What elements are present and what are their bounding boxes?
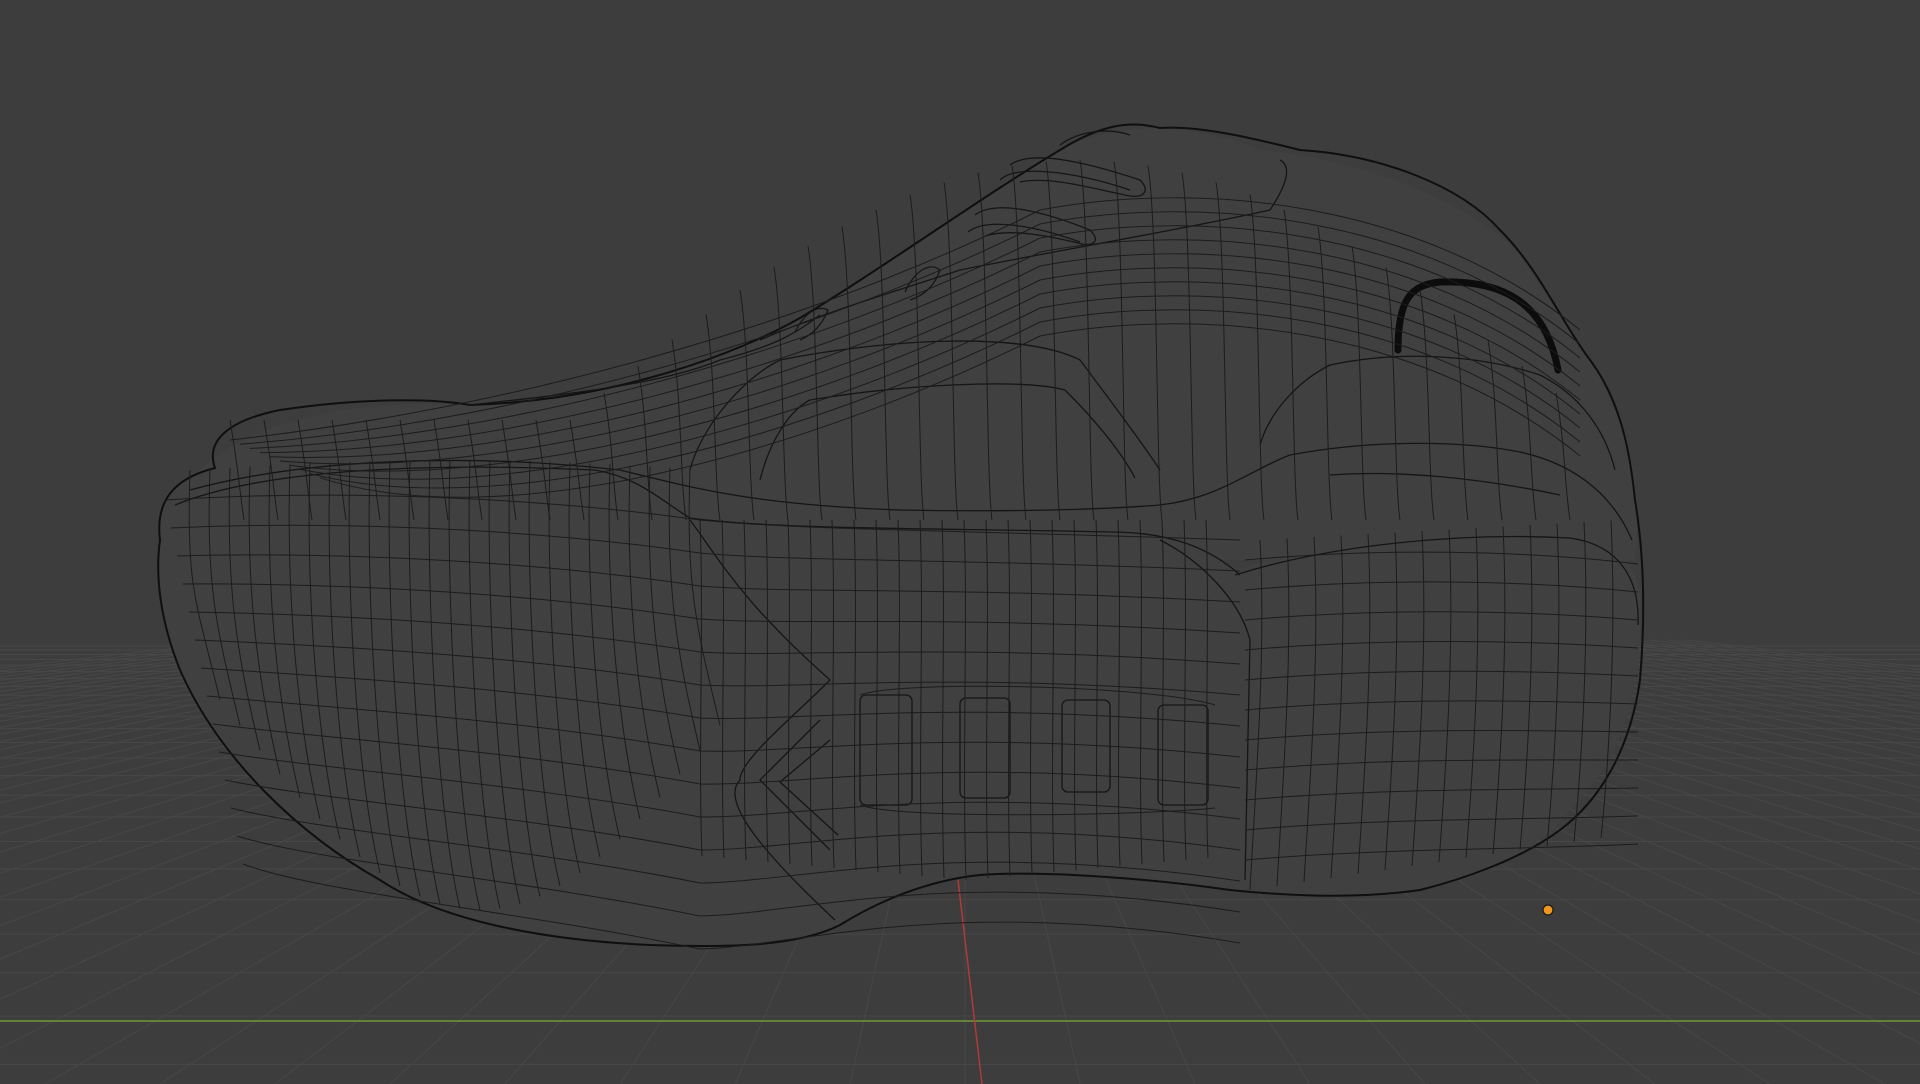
y-axis-line <box>957 879 983 1084</box>
shoe-mesh-object[interactable] <box>157 123 1645 950</box>
object-origin-point[interactable] <box>1542 904 1554 916</box>
viewport-canvas[interactable] <box>0 0 1920 1084</box>
3d-viewport[interactable] <box>0 0 1920 1084</box>
